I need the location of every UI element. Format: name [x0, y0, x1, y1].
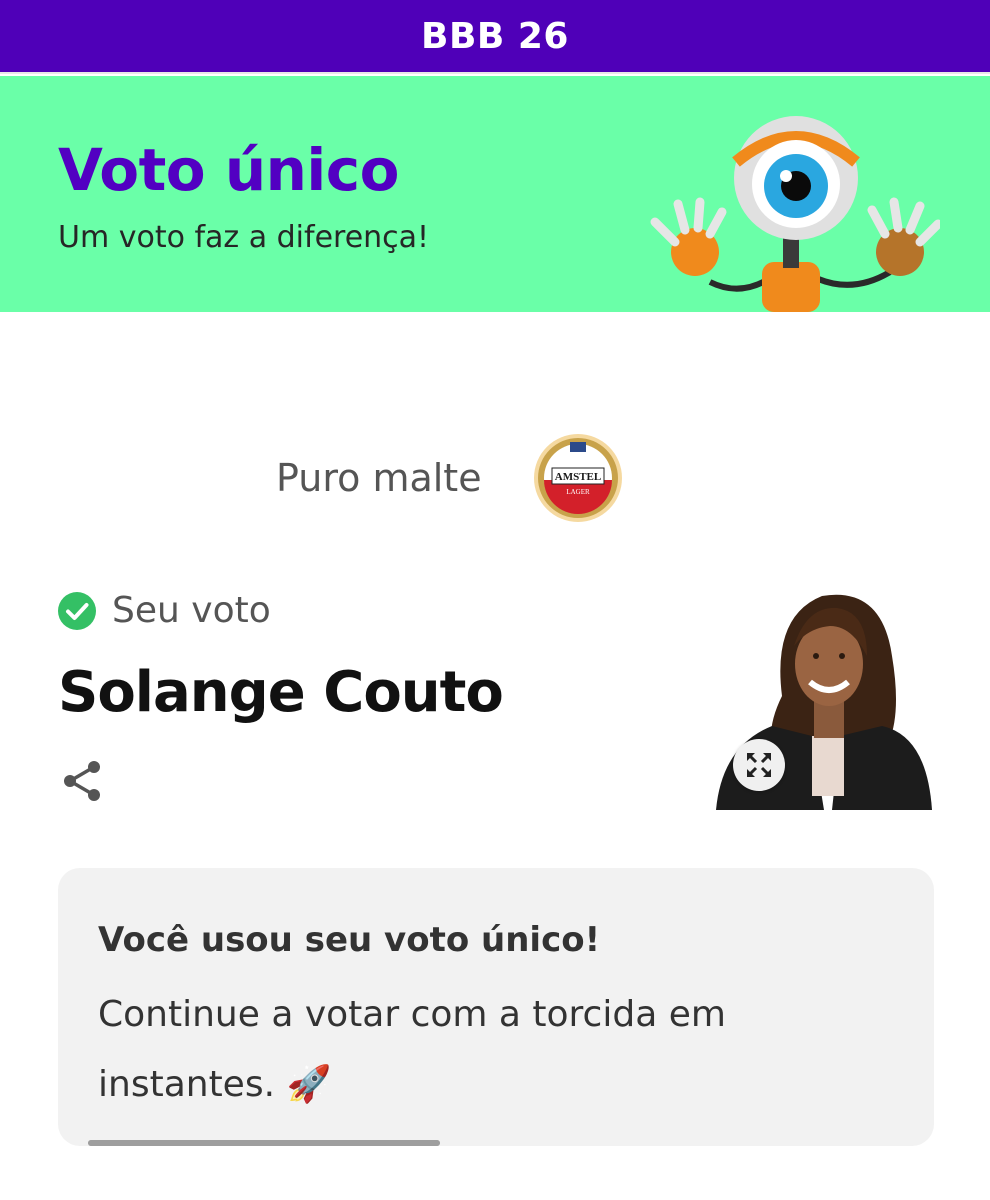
amstel-logo: AMSTEL LAGER [534, 434, 622, 522]
hero-subtitle: Um voto faz a diferença! [58, 220, 430, 255]
sponsor-tagline: Puro malte [276, 456, 482, 500]
expand-icon [747, 753, 771, 777]
candidate-name: Solange Couto [58, 660, 504, 725]
hero-banner: Voto único Um voto faz a diferença! [0, 76, 990, 312]
your-vote-label: Seu voto [112, 590, 271, 631]
countdown-progress-fill [88, 1140, 440, 1146]
logo-text-top: AMSTEL [555, 471, 601, 483]
logo-text-bottom: LAGER [566, 488, 590, 496]
countdown-progress [88, 1140, 440, 1146]
hero-title: Voto único [58, 136, 400, 204]
expand-photo-button[interactable] [733, 739, 785, 791]
header-title: BBB 26 [421, 15, 569, 57]
big-brother-eye-mascot [650, 116, 940, 312]
share-icon[interactable] [60, 758, 106, 804]
vote-used-heading: Você usou seu voto único! [98, 920, 601, 960]
app-header: BBB 26 [0, 0, 990, 74]
check-circle-icon [58, 592, 96, 630]
vote-used-card: Você usou seu voto único! Continue a vot… [58, 868, 934, 1146]
vote-used-body: Continue a votar com a torcida em instan… [98, 994, 726, 1105]
